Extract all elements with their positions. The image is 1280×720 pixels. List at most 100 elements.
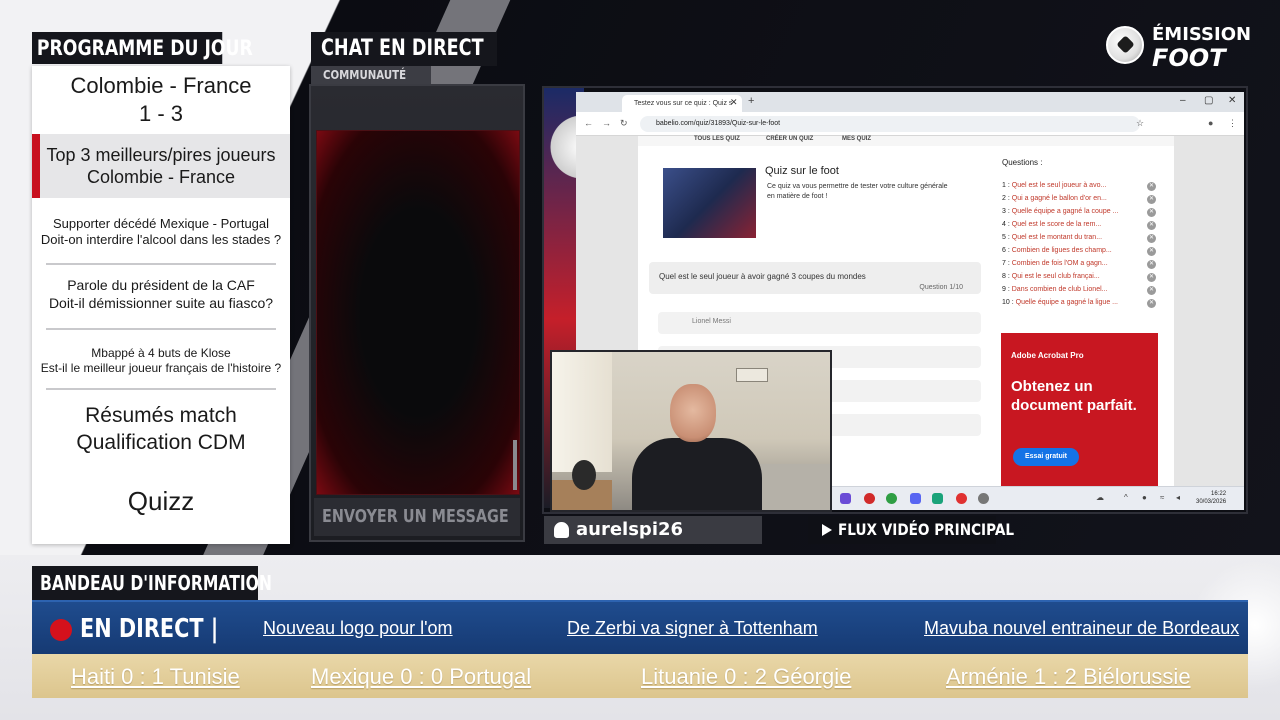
quiz-description: Ce quiz va vous permettre de tester votr…: [767, 183, 948, 200]
close-circle-icon[interactable]: ✕: [1147, 273, 1156, 282]
ad-button[interactable]: Essai gratuit: [1013, 448, 1079, 466]
new-tab-icon[interactable]: +: [748, 95, 754, 107]
app-icon[interactable]: [864, 493, 875, 504]
active-indicator: [32, 134, 40, 198]
question-link: Combien de ligues des champ...: [1011, 247, 1112, 254]
clock-date: 30/03/2026: [1196, 499, 1227, 505]
streamer-name: aurelspi26: [576, 519, 684, 540]
tray-volume-icon[interactable]: ◂: [1176, 493, 1180, 502]
live-dot-icon: [50, 619, 72, 641]
tray-cloud-icon[interactable]: ☁: [1096, 493, 1104, 502]
reload-icon[interactable]: ↻: [620, 118, 628, 129]
app-icon[interactable]: [840, 493, 851, 504]
back-icon[interactable]: ←: [584, 118, 593, 128]
question-number: 1 :: [1002, 182, 1010, 189]
close-circle-icon[interactable]: ✕: [1147, 299, 1156, 308]
emission-foot-logo: ÉMISSION FOOT: [1106, 24, 1256, 74]
minimize-icon[interactable]: –: [1180, 95, 1186, 106]
chat-messages-area[interactable]: [316, 130, 520, 495]
question-box: Quel est le seul joueur à avoir gagné 3 …: [649, 262, 981, 294]
score-item[interactable]: Lituanie 0 : 2 Géorgie: [641, 664, 851, 690]
app-icon[interactable]: [978, 493, 989, 504]
question-list-item[interactable]: 2 : Qui a gagné le ballon d'or en...: [1002, 195, 1107, 202]
programme-item-line1: Colombie - France: [70, 73, 252, 98]
chat-scrollbar[interactable]: [513, 440, 517, 490]
programme-item[interactable]: Colombie - France 1 - 3: [32, 72, 290, 132]
browser-tab[interactable]: Testez vous sur ce quiz : Quiz s: [622, 95, 742, 112]
question-list-item[interactable]: 1 : Quel est le seul joueur à avo...: [1002, 182, 1106, 189]
close-circle-icon[interactable]: ✕: [1147, 221, 1156, 230]
question-link: Dans combien de club Lionel...: [1011, 286, 1108, 293]
question-number: Question 1/10: [919, 284, 963, 291]
discord-icon[interactable]: [910, 493, 921, 504]
bookmark-star-icon[interactable]: ☆: [1136, 118, 1144, 129]
close-tab-icon[interactable]: ✕: [730, 97, 738, 108]
programme-item-line2: Doit-on interdire l'alcool dans les stad…: [40, 232, 282, 247]
question-number: 7 :: [1002, 260, 1010, 267]
chat-title: CHAT EN DIRECT: [311, 32, 497, 66]
tray-mic-icon[interactable]: ●: [1142, 493, 1147, 502]
obs-icon[interactable]: [956, 493, 967, 504]
programme-item-line1: Top 3 meilleurs/pires joueurs: [46, 145, 276, 165]
programme-item-line1: Supporter décédé Mexique - Portugal: [52, 216, 270, 231]
nav-link[interactable]: TOUS LES QUIZ: [694, 136, 740, 142]
close-window-icon[interactable]: ✕: [1228, 95, 1236, 106]
news-item[interactable]: Mavuba nouvel entraineur de Bordeaux: [924, 618, 1239, 639]
logo-line2: FOOT: [1152, 44, 1226, 72]
advertisement[interactable]: Adobe Acrobat Pro Obtenez un document pa…: [1001, 333, 1158, 486]
tray-chevron-icon[interactable]: ^: [1124, 493, 1128, 502]
programme-item-line1: Résumés match: [85, 404, 237, 427]
question-list-item[interactable]: 10 : Quelle équipe a gagné la ligue ...: [1002, 299, 1118, 306]
question-list-item[interactable]: 5 : Quel est le montant du tran...: [1002, 234, 1102, 241]
streamer-body: [632, 438, 762, 510]
question-link: Quelle équipe a gagné la ligue ...: [1015, 299, 1118, 306]
question-list-item[interactable]: 3 : Quelle équipe a gagné la coupe ...: [1002, 208, 1118, 215]
profile-icon[interactable]: ●: [1208, 118, 1213, 128]
close-circle-icon[interactable]: ✕: [1147, 195, 1156, 204]
chrome-icon[interactable]: [886, 493, 897, 504]
webcam-feed: [550, 350, 832, 512]
programme-item-active[interactable]: Top 3 meilleurs/pires joueurs Colombie -…: [32, 134, 290, 198]
close-circle-icon[interactable]: ✕: [1147, 182, 1156, 191]
programme-item[interactable]: Supporter décédé Mexique - Portugal Doit…: [32, 216, 290, 256]
close-circle-icon[interactable]: ✕: [1147, 234, 1156, 243]
maximize-icon[interactable]: ▢: [1204, 95, 1213, 106]
programme-item[interactable]: Mbappé à 4 buts de Klose Est-il le meill…: [32, 346, 290, 380]
news-item[interactable]: De Zerbi va signer à Tottenham: [567, 618, 818, 639]
answer-option[interactable]: Lionel Messi: [658, 312, 981, 334]
chat-send-button[interactable]: ENVOYER UN MESSAGE: [314, 498, 520, 536]
menu-icon[interactable]: ⋮: [1228, 118, 1237, 129]
score-item[interactable]: Mexique 0 : 0 Portugal: [311, 664, 531, 690]
score-item[interactable]: Haiti 0 : 1 Tunisie: [71, 664, 240, 690]
news-ticker: EN DIRECT | Nouveau logo pour l'om De Ze…: [32, 600, 1248, 654]
quiz-title: Quiz sur le foot: [765, 165, 839, 177]
question-list-item[interactable]: 7 : Combien de fois l'OM a gagn...: [1002, 260, 1108, 267]
programme-item[interactable]: Résumés match Qualification CDM: [32, 402, 290, 458]
nav-link[interactable]: CRÉER UN QUIZ: [766, 136, 813, 142]
forward-icon[interactable]: →: [602, 118, 611, 128]
close-circle-icon[interactable]: ✕: [1147, 247, 1156, 256]
programme-item[interactable]: Quizz: [32, 484, 290, 518]
question-number: 2 :: [1002, 195, 1010, 202]
question-number: 8 :: [1002, 273, 1010, 280]
nav-link[interactable]: MES QUIZ: [842, 136, 871, 142]
question-link: Quel est le score de la rem...: [1011, 221, 1102, 228]
url-field[interactable]: babelio.com/quiz/31893/Quiz-sur-le-foot: [640, 116, 1140, 132]
close-circle-icon[interactable]: ✕: [1147, 208, 1156, 217]
question-number: 4 :: [1002, 221, 1010, 228]
close-circle-icon[interactable]: ✕: [1147, 260, 1156, 269]
question-list-item[interactable]: 8 : Qui est le seul club françai...: [1002, 273, 1100, 280]
close-circle-icon[interactable]: ✕: [1147, 286, 1156, 295]
question-list-item[interactable]: 9 : Dans combien de club Lionel...: [1002, 286, 1107, 293]
question-list-item[interactable]: 6 : Combien de ligues des champ...: [1002, 247, 1112, 254]
app-icon[interactable]: [932, 493, 943, 504]
score-item[interactable]: Arménie 1 : 2 Biélorussie: [946, 664, 1191, 690]
football-icon: [1106, 26, 1144, 64]
programme-item[interactable]: Parole du président de la CAF Doit-il dé…: [32, 276, 290, 316]
question-list-item[interactable]: 4 : Quel est le score de la rem...: [1002, 221, 1101, 228]
quiz-image: [663, 168, 756, 238]
programme-item-line2: Qualification CDM: [76, 431, 246, 454]
taskbar-clock[interactable]: 16:22 30/03/2026: [1196, 490, 1226, 506]
news-item[interactable]: Nouveau logo pour l'om: [263, 618, 453, 639]
tray-wifi-icon[interactable]: ≈: [1160, 493, 1164, 502]
